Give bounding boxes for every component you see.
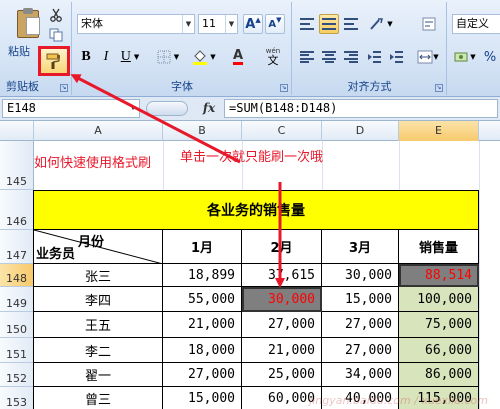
annotation-arrows	[70, 74, 285, 288]
arrow-to-format-painter	[70, 74, 241, 164]
watermark: jingyan.baidu.com / xuexila.com	[309, 394, 488, 407]
